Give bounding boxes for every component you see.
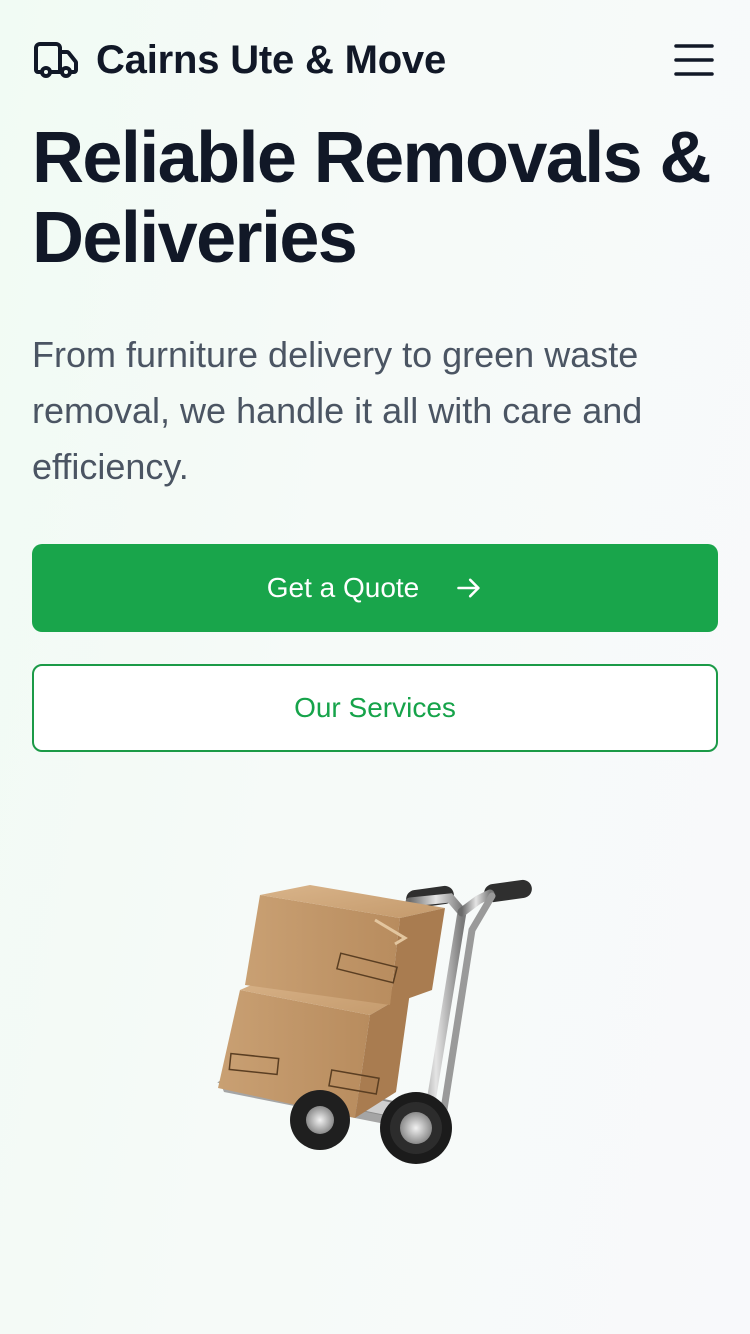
menu-button[interactable] bbox=[670, 36, 718, 84]
hand-truck-image bbox=[217, 879, 532, 1164]
hero-title: Reliable Removals & Deliveries bbox=[32, 118, 712, 278]
get-a-quote-button[interactable]: Get a Quote bbox=[32, 544, 718, 632]
our-services-button[interactable]: Our Services bbox=[32, 664, 718, 752]
brand[interactable]: Cairns Ute & Move bbox=[32, 36, 446, 84]
our-services-label: Our Services bbox=[294, 692, 456, 723]
hero-subtitle: From furniture delivery to green waste r… bbox=[32, 334, 643, 487]
arrow-right-icon bbox=[457, 578, 480, 598]
hamburger-menu-icon bbox=[674, 44, 714, 76]
get-a-quote-label: Get a Quote bbox=[266, 572, 420, 603]
truck-icon bbox=[34, 42, 78, 78]
site-header: Cairns Ute & Move bbox=[32, 28, 718, 92]
brand-name: Cairns Ute & Move bbox=[96, 37, 447, 82]
